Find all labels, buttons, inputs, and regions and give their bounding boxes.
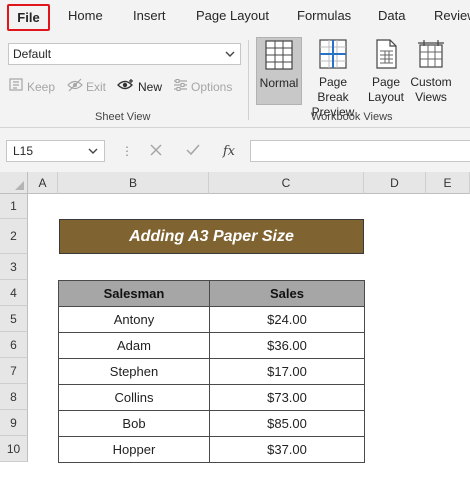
- salesman-cell[interactable]: Hopper: [58, 436, 210, 463]
- insert-function-icon[interactable]: fx: [223, 144, 235, 159]
- keep-icon: [9, 78, 24, 95]
- sales-cell[interactable]: $85.00: [209, 410, 365, 437]
- new-view-label: New: [138, 79, 163, 94]
- row-header-8[interactable]: 8: [0, 384, 28, 410]
- tab-data[interactable]: Data: [378, 8, 405, 23]
- table-header-row: Salesman Sales: [58, 280, 365, 307]
- worksheet-grid[interactable]: A B C D E 1 2 3 4 5 6 7 8 9 10 Adding A3…: [0, 172, 470, 482]
- page-layout-label-2: Layout: [367, 90, 405, 104]
- custom-views-label-2: Views: [415, 90, 447, 104]
- sales-cell[interactable]: $17.00: [209, 358, 365, 385]
- salesman-cell[interactable]: Stephen: [58, 358, 210, 385]
- custom-views-label-1: Custom: [410, 75, 452, 89]
- column-header-c[interactable]: C: [209, 172, 364, 194]
- sales-table: Salesman Sales Antony $24.00 Adam $36.00…: [58, 280, 365, 463]
- table-row: Antony $24.00: [58, 306, 365, 333]
- normal-view-icon: [265, 38, 293, 76]
- tab-review[interactable]: Review: [434, 8, 470, 23]
- sales-cell[interactable]: $24.00: [209, 306, 365, 333]
- row-header-10[interactable]: 10: [0, 436, 28, 462]
- header-sales[interactable]: Sales: [209, 280, 365, 307]
- sheet-view-value: Default: [13, 47, 52, 61]
- row-header-4[interactable]: 4: [0, 280, 28, 306]
- page-break-icon: [319, 37, 347, 75]
- header-salesman[interactable]: Salesman: [58, 280, 210, 307]
- page-break-preview-button[interactable]: Page Break Preview: [302, 37, 364, 119]
- salesman-cell[interactable]: Collins: [58, 384, 210, 411]
- exit-label: Exit: [86, 79, 107, 94]
- exit-icon: [67, 78, 83, 95]
- ribbon-view: Default Keep Exit New Options Sheet View: [0, 34, 470, 128]
- sheet-title-cell[interactable]: Adding A3 Paper Size: [59, 219, 364, 254]
- chevron-down-icon: [87, 144, 99, 161]
- normal-view-label: Normal: [259, 76, 299, 90]
- row-header-2[interactable]: 2: [0, 219, 28, 254]
- group-divider: [248, 40, 249, 120]
- sheet-title: Adding A3 Paper Size: [129, 227, 294, 245]
- formula-bar-grip: ⋮: [121, 144, 133, 158]
- formula-input[interactable]: [250, 140, 470, 162]
- salesman-cell[interactable]: Adam: [58, 332, 210, 359]
- salesman-cell[interactable]: Antony: [58, 306, 210, 333]
- tab-home[interactable]: Home: [68, 8, 103, 23]
- workbook-views-group-label: Workbook Views: [311, 111, 393, 123]
- table-row: Collins $73.00: [58, 384, 365, 411]
- page-layout-label-1: Page: [371, 75, 401, 89]
- select-all-button[interactable]: [0, 172, 28, 194]
- row-header-6[interactable]: 6: [0, 332, 28, 358]
- custom-views-icon: [417, 37, 445, 75]
- salesman-cell[interactable]: Bob: [58, 410, 210, 437]
- sales-cell[interactable]: $73.00: [209, 384, 365, 411]
- normal-view-button[interactable]: Normal: [256, 37, 302, 105]
- custom-views-button[interactable]: Custom Views: [408, 37, 454, 105]
- row-header-7[interactable]: 7: [0, 358, 28, 384]
- new-view-icon: [117, 78, 135, 95]
- options-label: Options: [191, 79, 233, 94]
- row-header-3[interactable]: 3: [0, 254, 28, 280]
- sales-cell[interactable]: $37.00: [209, 436, 365, 463]
- column-header-e[interactable]: E: [426, 172, 470, 194]
- tab-page-layout[interactable]: Page Layout: [196, 8, 269, 23]
- sheet-view-group-label: Sheet View: [95, 111, 151, 123]
- column-header-a[interactable]: A: [28, 172, 58, 194]
- table-row: Stephen $17.00: [58, 358, 365, 385]
- column-header-d[interactable]: D: [364, 172, 426, 194]
- tab-file[interactable]: File: [7, 4, 50, 31]
- new-view-button[interactable]: New: [117, 78, 162, 95]
- tab-file-label: File: [17, 10, 40, 25]
- column-header-b[interactable]: B: [58, 172, 209, 194]
- select-all-icon: [15, 181, 24, 190]
- page-layout-icon: [373, 37, 399, 75]
- tab-formulas[interactable]: Formulas: [297, 8, 351, 23]
- tab-insert[interactable]: Insert: [133, 8, 166, 23]
- options-button[interactable]: Options: [173, 78, 232, 95]
- formula-bar: L15 ⋮ fx: [0, 128, 470, 172]
- enter-icon[interactable]: [185, 143, 201, 160]
- table-row: Adam $36.00: [58, 332, 365, 359]
- table-row: Hopper $37.00: [58, 436, 365, 463]
- keep-button[interactable]: Keep: [9, 78, 55, 95]
- table-row: Bob $85.00: [58, 410, 365, 437]
- row-header-9[interactable]: 9: [0, 410, 28, 436]
- cancel-icon[interactable]: [149, 143, 163, 160]
- sales-cell[interactable]: $36.00: [209, 332, 365, 359]
- ribbon-tab-bar: File Home Insert Page Layout Formulas Da…: [0, 0, 470, 34]
- chevron-down-icon: [224, 47, 236, 64]
- exit-button[interactable]: Exit: [67, 78, 106, 95]
- page-layout-view-button[interactable]: Page Layout: [364, 37, 408, 105]
- formula-actions: fx: [138, 140, 246, 162]
- page-break-label-1: Page Break: [317, 75, 349, 104]
- sheet-view-select[interactable]: Default: [8, 43, 241, 65]
- name-box[interactable]: L15: [6, 140, 105, 162]
- row-header-5[interactable]: 5: [0, 306, 28, 332]
- options-icon: [173, 78, 188, 95]
- keep-label: Keep: [27, 79, 56, 94]
- name-box-value: L15: [13, 144, 34, 158]
- row-header-1[interactable]: 1: [0, 194, 28, 219]
